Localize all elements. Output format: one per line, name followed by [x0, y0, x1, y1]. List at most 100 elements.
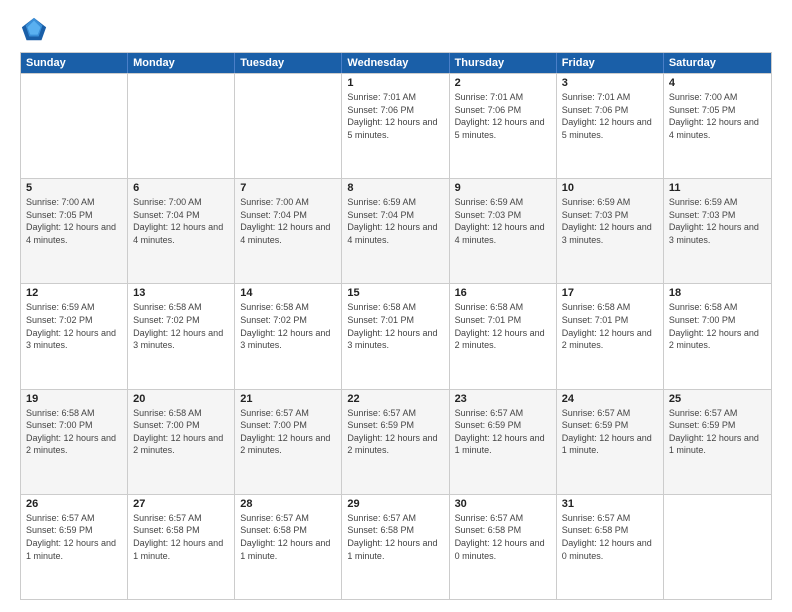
calendar-cell: 5Sunrise: 7:00 AM Sunset: 7:05 PM Daylig…	[21, 179, 128, 283]
calendar-cell: 13Sunrise: 6:58 AM Sunset: 7:02 PM Dayli…	[128, 284, 235, 388]
weekday-header: Friday	[557, 53, 664, 73]
calendar-cell: 25 Sunrise: 6:57 AM Sunset: 6:59 PM Dayli…	[664, 390, 771, 494]
calendar-cell: 8 Sunrise: 6:59 AM Sunset: 7:04 PM Daylig…	[342, 179, 449, 283]
cell-sun-info: Sunrise: 6:58 AM Sunset: 7:01 PM Dayligh…	[347, 301, 443, 351]
cell-day-number: 5	[26, 182, 122, 194]
cell-sun-info: Sunrise: 6:59 AM Sunset: 7:04 PM Dayligh…	[347, 196, 443, 246]
cell-sun-info: Sunrise: 7:00 AM Sunset: 7:04 PM Dayligh…	[133, 196, 229, 246]
cell-sun-info: Sunrise: 6:58 AM Sunset: 7:00 PM Dayligh…	[26, 407, 122, 457]
cell-sun-info: Sunrise: 6:58 AM Sunset: 7:00 PM Dayligh…	[133, 407, 229, 457]
cell-day-number: 11	[669, 182, 766, 194]
cell-day-number: 25	[669, 393, 766, 405]
cell-sun-info: Sunrise: 7:00 AM Sunset: 7:05 PM Dayligh…	[669, 91, 766, 141]
cell-day-number: 23	[455, 393, 551, 405]
cell-sun-info: Sunrise: 6:57 AM Sunset: 6:59 PM Dayligh…	[347, 407, 443, 457]
calendar-row: 12Sunrise: 6:59 AM Sunset: 7:02 PM Dayli…	[21, 283, 771, 388]
logo	[20, 16, 52, 44]
calendar: SundayMondayTuesdayWednesdayThursdayFrid…	[20, 52, 772, 600]
page: SundayMondayTuesdayWednesdayThursdayFrid…	[0, 0, 792, 612]
calendar-cell: 4 Sunrise: 7:00 AM Sunset: 7:05 PM Daylig…	[664, 74, 771, 178]
cell-day-number: 17	[562, 287, 658, 299]
cell-day-number: 8	[347, 182, 443, 194]
cell-day-number: 19	[26, 393, 122, 405]
calendar-row: 5Sunrise: 7:00 AM Sunset: 7:05 PM Daylig…	[21, 178, 771, 283]
weekday-header: Wednesday	[342, 53, 449, 73]
weekday-header: Monday	[128, 53, 235, 73]
cell-sun-info: Sunrise: 6:57 AM Sunset: 6:59 PM Dayligh…	[669, 407, 766, 457]
cell-day-number: 20	[133, 393, 229, 405]
logo-icon	[20, 16, 48, 44]
calendar-header: SundayMondayTuesdayWednesdayThursdayFrid…	[21, 53, 771, 73]
cell-sun-info: Sunrise: 6:57 AM Sunset: 6:58 PM Dayligh…	[455, 512, 551, 562]
cell-sun-info: Sunrise: 6:58 AM Sunset: 7:02 PM Dayligh…	[133, 301, 229, 351]
cell-day-number: 27	[133, 498, 229, 510]
calendar-cell	[235, 74, 342, 178]
weekday-header: Saturday	[664, 53, 771, 73]
cell-sun-info: Sunrise: 6:59 AM Sunset: 7:03 PM Dayligh…	[562, 196, 658, 246]
calendar-cell: 11 Sunrise: 6:59 AM Sunset: 7:03 PM Dayli…	[664, 179, 771, 283]
cell-day-number: 31	[562, 498, 658, 510]
weekday-header: Sunday	[21, 53, 128, 73]
calendar-cell: 7 Sunrise: 7:00 AM Sunset: 7:04 PM Daylig…	[235, 179, 342, 283]
cell-sun-info: Sunrise: 6:58 AM Sunset: 7:01 PM Dayligh…	[562, 301, 658, 351]
calendar-cell	[664, 495, 771, 599]
cell-sun-info: Sunrise: 6:57 AM Sunset: 6:59 PM Dayligh…	[562, 407, 658, 457]
weekday-header: Thursday	[450, 53, 557, 73]
calendar-row: 19 Sunrise: 6:58 AM Sunset: 7:00 PM Dayli…	[21, 389, 771, 494]
calendar-cell	[128, 74, 235, 178]
cell-sun-info: Sunrise: 6:59 AM Sunset: 7:02 PM Dayligh…	[26, 301, 122, 351]
calendar-row: 1 Sunrise: 7:01 AM Sunset: 7:06 PM Daylig…	[21, 73, 771, 178]
cell-sun-info: Sunrise: 6:58 AM Sunset: 7:00 PM Dayligh…	[669, 301, 766, 351]
cell-sun-info: Sunrise: 6:59 AM Sunset: 7:03 PM Dayligh…	[669, 196, 766, 246]
cell-day-number: 26	[26, 498, 122, 510]
calendar-cell: 28Sunrise: 6:57 AM Sunset: 6:58 PM Dayli…	[235, 495, 342, 599]
cell-day-number: 10	[562, 182, 658, 194]
cell-day-number: 3	[562, 77, 658, 89]
cell-sun-info: Sunrise: 7:01 AM Sunset: 7:06 PM Dayligh…	[455, 91, 551, 141]
cell-day-number: 22	[347, 393, 443, 405]
cell-day-number: 9	[455, 182, 551, 194]
calendar-cell: 26 Sunrise: 6:57 AM Sunset: 6:59 PM Dayli…	[21, 495, 128, 599]
cell-day-number: 28	[240, 498, 336, 510]
cell-day-number: 1	[347, 77, 443, 89]
calendar-cell: 16 Sunrise: 6:58 AM Sunset: 7:01 PM Dayli…	[450, 284, 557, 388]
cell-day-number: 29	[347, 498, 443, 510]
calendar-cell	[21, 74, 128, 178]
cell-day-number: 16	[455, 287, 551, 299]
cell-day-number: 24	[562, 393, 658, 405]
cell-day-number: 2	[455, 77, 551, 89]
calendar-cell: 24 Sunrise: 6:57 AM Sunset: 6:59 PM Dayli…	[557, 390, 664, 494]
calendar-cell: 21 Sunrise: 6:57 AM Sunset: 7:00 PM Dayli…	[235, 390, 342, 494]
calendar-cell: 9 Sunrise: 6:59 AM Sunset: 7:03 PM Daylig…	[450, 179, 557, 283]
cell-sun-info: Sunrise: 7:01 AM Sunset: 7:06 PM Dayligh…	[347, 91, 443, 141]
cell-sun-info: Sunrise: 6:57 AM Sunset: 6:58 PM Dayligh…	[133, 512, 229, 562]
cell-sun-info: Sunrise: 6:57 AM Sunset: 6:58 PM Dayligh…	[347, 512, 443, 562]
cell-sun-info: Sunrise: 6:57 AM Sunset: 6:59 PM Dayligh…	[26, 512, 122, 562]
calendar-cell: 3Sunrise: 7:01 AM Sunset: 7:06 PM Daylig…	[557, 74, 664, 178]
calendar-cell: 17 Sunrise: 6:58 AM Sunset: 7:01 PM Dayli…	[557, 284, 664, 388]
cell-sun-info: Sunrise: 6:57 AM Sunset: 7:00 PM Dayligh…	[240, 407, 336, 457]
calendar-cell: 1 Sunrise: 7:01 AM Sunset: 7:06 PM Daylig…	[342, 74, 449, 178]
calendar-cell: 14Sunrise: 6:58 AM Sunset: 7:02 PM Dayli…	[235, 284, 342, 388]
calendar-cell: 10 Sunrise: 6:59 AM Sunset: 7:03 PM Dayli…	[557, 179, 664, 283]
cell-day-number: 14	[240, 287, 336, 299]
cell-day-number: 18	[669, 287, 766, 299]
weekday-header: Tuesday	[235, 53, 342, 73]
cell-day-number: 4	[669, 77, 766, 89]
cell-sun-info: Sunrise: 6:59 AM Sunset: 7:03 PM Dayligh…	[455, 196, 551, 246]
calendar-cell: 6Sunrise: 7:00 AM Sunset: 7:04 PM Daylig…	[128, 179, 235, 283]
calendar-cell: 2 Sunrise: 7:01 AM Sunset: 7:06 PM Daylig…	[450, 74, 557, 178]
calendar-cell: 23 Sunrise: 6:57 AM Sunset: 6:59 PM Dayli…	[450, 390, 557, 494]
calendar-cell: 22 Sunrise: 6:57 AM Sunset: 6:59 PM Dayli…	[342, 390, 449, 494]
cell-day-number: 7	[240, 182, 336, 194]
cell-day-number: 15	[347, 287, 443, 299]
calendar-cell: 20 Sunrise: 6:58 AM Sunset: 7:00 PM Dayli…	[128, 390, 235, 494]
cell-sun-info: Sunrise: 6:57 AM Sunset: 6:59 PM Dayligh…	[455, 407, 551, 457]
cell-sun-info: Sunrise: 6:58 AM Sunset: 7:01 PM Dayligh…	[455, 301, 551, 351]
calendar-cell: 27 Sunrise: 6:57 AM Sunset: 6:58 PM Dayli…	[128, 495, 235, 599]
calendar-cell: 12Sunrise: 6:59 AM Sunset: 7:02 PM Dayli…	[21, 284, 128, 388]
cell-sun-info: Sunrise: 7:00 AM Sunset: 7:04 PM Dayligh…	[240, 196, 336, 246]
cell-day-number: 21	[240, 393, 336, 405]
calendar-cell: 19 Sunrise: 6:58 AM Sunset: 7:00 PM Dayli…	[21, 390, 128, 494]
calendar-cell: 15 Sunrise: 6:58 AM Sunset: 7:01 PM Dayli…	[342, 284, 449, 388]
